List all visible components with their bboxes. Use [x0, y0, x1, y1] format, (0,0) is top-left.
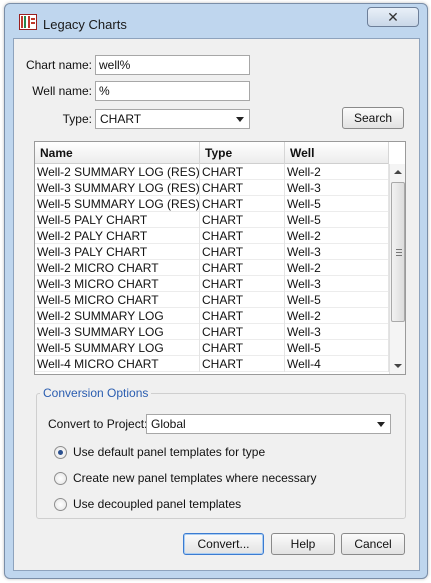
cell-well: Well-3	[285, 180, 389, 196]
cell-type: CHART	[200, 244, 285, 260]
cell-type: CHART	[200, 228, 285, 244]
cell-well: Well-5	[285, 340, 389, 356]
convert-button[interactable]: Convert...	[183, 533, 264, 555]
cell-name: Well-3 SUMMARY LOG	[35, 324, 200, 340]
cell-name: Well-5 SUMMARY LOG	[35, 340, 200, 356]
convert-to-project-label: Convert to Project:	[48, 417, 148, 431]
legacy-charts-icon	[19, 14, 37, 30]
cell-name: Well-2 SUMMARY LOG (RES)	[37, 164, 200, 180]
scrollbar-thumb[interactable]	[391, 182, 405, 322]
table-row[interactable]: Well-2 SUMMARY LOG CHART Well-2	[35, 308, 389, 324]
well-name-label: Well name:	[32, 84, 92, 98]
chart-name-label: Chart name:	[25, 58, 92, 72]
type-label: Type:	[62, 112, 92, 126]
search-button[interactable]: Search	[342, 107, 404, 129]
close-button[interactable]: ✕	[367, 7, 419, 27]
radio-button[interactable]	[54, 446, 67, 459]
window-title: Legacy Charts	[43, 17, 127, 32]
cell-well: Well-3	[285, 244, 389, 260]
cancel-button[interactable]: Cancel	[341, 533, 405, 555]
table-row[interactable]: Well-4 MICRO CHART CHART Well-4	[35, 356, 389, 372]
type-select[interactable]: CHART	[95, 109, 250, 129]
table-row[interactable]: Well-2 PALY CHART CHART Well-2	[35, 228, 389, 244]
table-header: Name Type Well	[35, 142, 389, 164]
cell-name: Well-2 SUMMARY LOG	[35, 308, 200, 324]
scroll-down-icon[interactable]	[390, 358, 405, 374]
chart-name-input[interactable]: well%	[95, 55, 250, 75]
cell-well: Well-4	[285, 356, 389, 372]
cell-name: Well-2 MICRO CHART	[35, 260, 200, 276]
table-row[interactable]: Well-3 MICRO CHART CHART Well-3	[35, 276, 389, 292]
title-bar[interactable]: Legacy Charts ✕	[5, 4, 427, 34]
cell-well: Well-5	[285, 196, 389, 212]
radio-label: Use default panel templates for type	[73, 445, 266, 459]
radio-label: Use decoupled panel templates	[73, 497, 242, 511]
cell-type: CHART	[200, 292, 285, 308]
cell-type: CHART	[200, 356, 285, 372]
results-table: Name Type Well Well-2 SUMMARY LOG (RES) C…	[34, 141, 406, 375]
dialog-content: Chart name: well% Well name: % Type: CHA…	[13, 38, 420, 571]
cell-type: CHART	[200, 212, 285, 228]
table-row[interactable]: Well-5 MICRO CHART CHART Well-5	[35, 292, 389, 308]
cell-type: CHART	[200, 324, 285, 340]
cell-type: CHART	[200, 276, 285, 292]
cell-well: Well-5	[285, 292, 389, 308]
column-header-name[interactable]: Name	[35, 142, 200, 164]
conversion-options-title: Conversion Options	[40, 386, 152, 400]
cell-name: Well-2 PALY CHART	[35, 228, 200, 244]
cell-well: Well-5	[285, 212, 389, 228]
cell-well: Well-2	[285, 260, 389, 276]
cell-well: Well-3	[285, 324, 389, 340]
legacy-charts-dialog: Legacy Charts ✕ Chart name: well% Well n…	[4, 3, 428, 579]
table-row[interactable]: Well-2 MICRO CHART CHART Well-2	[35, 260, 389, 276]
cell-well: Well-2	[285, 164, 389, 180]
grip-icon	[396, 249, 402, 256]
table-row[interactable]: Well-5 PALY CHART CHART Well-5	[35, 212, 389, 228]
type-select-value: CHART	[100, 112, 142, 126]
radio-button[interactable]	[54, 498, 67, 511]
cell-type: CHART	[200, 164, 285, 180]
cell-well: Well-2	[285, 228, 389, 244]
table-body: Well-2 SUMMARY LOG (RES) CHART Well-2 Well-…	[35, 164, 389, 372]
table-row[interactable]: Well-3 SUMMARY LOG CHART Well-3	[35, 324, 389, 340]
table-row[interactable]: Well-3 SUMMARY LOG (RES) CHART Well-3	[35, 180, 389, 196]
cell-name: Well-5 PALY CHART	[35, 212, 200, 228]
radio-button[interactable]	[54, 472, 67, 485]
table-row[interactable]: Well-5 SUMMARY LOG CHART Well-5	[35, 340, 389, 356]
cell-name: Well-5 MICRO CHART	[35, 292, 200, 308]
help-button[interactable]: Help	[271, 533, 335, 555]
column-header-type[interactable]: Type	[200, 142, 285, 164]
radio-label: Create new panel templates where necessa…	[73, 471, 317, 485]
project-select[interactable]: Global	[146, 414, 391, 434]
cell-type: CHART	[200, 196, 285, 212]
well-name-input[interactable]: %	[95, 81, 250, 101]
table-row[interactable]: Well-3 PALY CHART CHART Well-3	[35, 244, 389, 260]
table-row[interactable]: Well-2 SUMMARY LOG (RES) CHART Well-2	[35, 164, 389, 180]
cell-well: Well-3	[285, 276, 389, 292]
cell-name: Well-3 SUMMARY LOG (RES)	[37, 180, 200, 196]
table-row[interactable]: Well-5 SUMMARY LOG (RES) CHART Well-5	[35, 196, 389, 212]
cell-type: CHART	[200, 340, 285, 356]
chevron-down-icon	[236, 117, 244, 122]
table-scrollbar[interactable]	[389, 164, 405, 374]
cell-name: Well-4 MICRO CHART	[35, 356, 200, 372]
project-select-value: Global	[151, 417, 186, 431]
cell-type: CHART	[200, 260, 285, 276]
cell-well: Well-2	[285, 308, 389, 324]
close-icon: ✕	[387, 9, 399, 25]
column-header-well[interactable]: Well	[285, 142, 389, 164]
cell-name: Well-3 PALY CHART	[35, 244, 200, 260]
chevron-down-icon	[377, 422, 385, 427]
cell-type: CHART	[200, 308, 285, 324]
cell-name: Well-5 SUMMARY LOG (RES)	[37, 196, 200, 212]
cell-type: CHART	[200, 180, 285, 196]
cell-name: Well-3 MICRO CHART	[35, 276, 200, 292]
scroll-up-icon[interactable]	[390, 164, 405, 180]
